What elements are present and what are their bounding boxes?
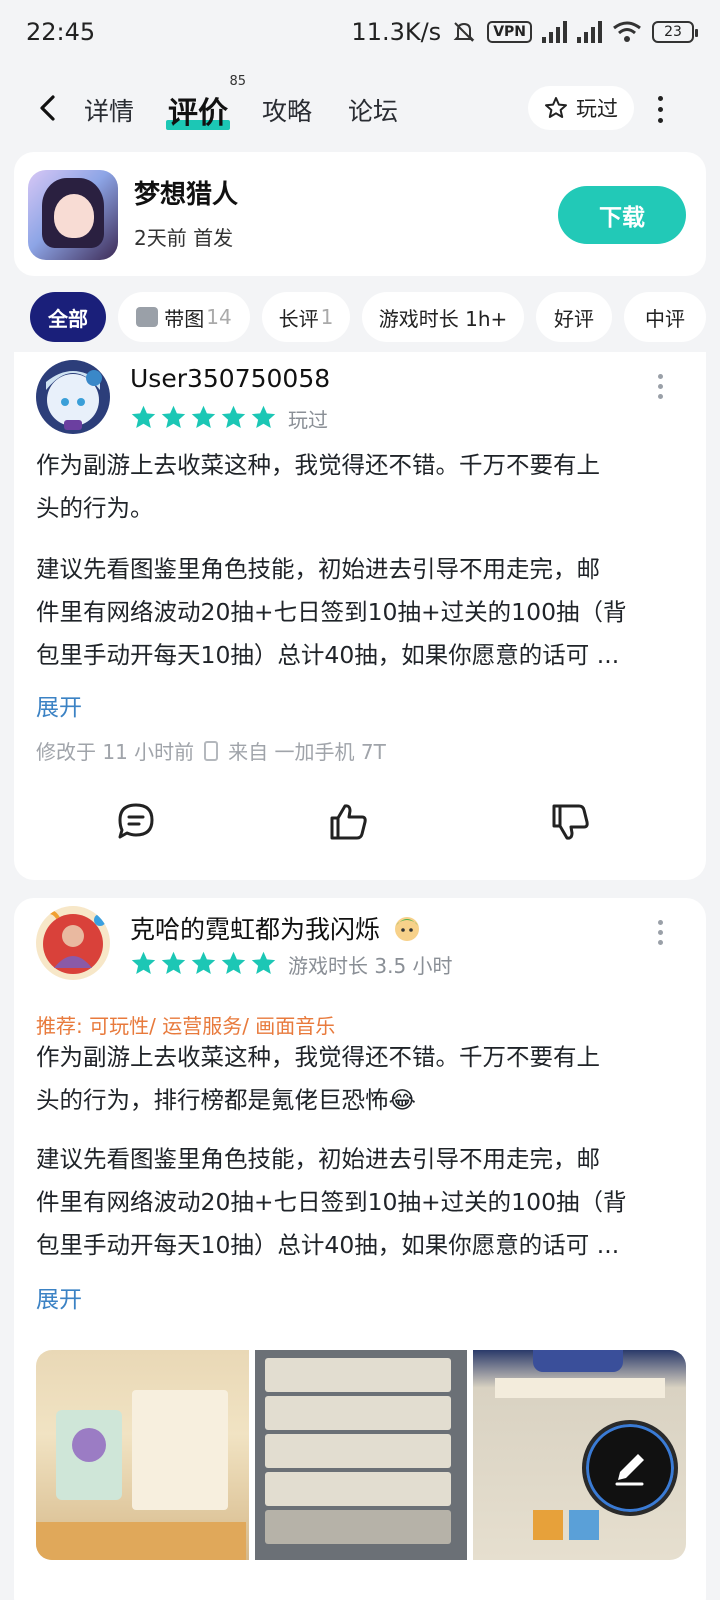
battery-icon: 23 <box>652 21 698 43</box>
star-filled-icon <box>221 405 246 428</box>
rating-stars <box>130 950 277 977</box>
review-more-icon[interactable] <box>658 374 664 404</box>
filter-with-images-count: 14 <box>206 305 232 329</box>
screenshot-row <box>264 1510 451 1544</box>
avatar[interactable] <box>36 360 110 434</box>
screenshot-thumbnail[interactable] <box>254 1350 468 1560</box>
device-info: 来自 一加手机 7T <box>228 740 386 764</box>
status-bar: 22:45 11.3K/s VPN 23 <box>0 0 720 64</box>
status-icons: 11.3K/s VPN 23 <box>351 18 698 46</box>
review-paragraph: 建议先看图鉴里角色技能，初始进去引导不用走完，邮 件里有网络波动20抽+七日签到… <box>36 1145 627 1259</box>
review-paragraph: 建议先看图鉴里角色技能，初始进去引导不用走完，邮 件里有网络波动20抽+七日签到… <box>36 555 627 669</box>
thumbs-up-icon[interactable] <box>326 800 370 844</box>
vpn-badge: VPN <box>487 21 532 43</box>
tab-forum[interactable]: 论坛 <box>348 92 398 128</box>
comment-icon[interactable] <box>114 800 158 844</box>
star-filled-icon <box>131 405 156 428</box>
clock: 22:45 <box>26 18 96 46</box>
filter-long-label: 长评 <box>278 306 319 331</box>
review-more-icon[interactable] <box>658 920 664 950</box>
review-tag: 游戏时长 3.5 小时 <box>288 954 453 978</box>
tab-details[interactable]: 详情 <box>84 92 134 128</box>
screenshot-thumbnail[interactable] <box>36 1350 249 1560</box>
star-filled-icon <box>131 951 156 974</box>
filter-neutral-label: 中评 <box>645 306 685 331</box>
filter-all[interactable]: 全部 <box>30 292 106 342</box>
tab-reviews[interactable]: 评价 85 <box>166 74 246 132</box>
signal-icon <box>577 21 602 43</box>
filter-positive[interactable]: 好评 <box>536 292 612 342</box>
emoji-avatar-icon <box>394 917 419 941</box>
tab-guides[interactable]: 攻略 <box>262 92 312 128</box>
app-release-info: 2天前 首发 <box>134 226 234 250</box>
wifi-icon <box>613 21 641 42</box>
star-filled-icon <box>161 951 186 974</box>
signal-hd-icon <box>542 21 567 43</box>
filter-long-count: 1 <box>320 305 334 329</box>
review-card: User350750058 玩过 作为副游上去收菜这种，我觉得还不错。千万不要有… <box>14 352 706 880</box>
review-footer-meta: 修改于 11 小时前 来自 一加手机 7T <box>36 736 386 765</box>
review-paragraph: 作为副游上去收菜这种，我觉得还不错。千万不要有上 头的行为。 <box>36 451 600 522</box>
star-filled-icon <box>191 405 216 428</box>
star-filled-icon <box>251 951 276 974</box>
more-options-icon[interactable] <box>658 96 666 129</box>
star-outline-icon <box>545 97 567 118</box>
star-filled-icon <box>221 951 246 974</box>
back-arrow-icon[interactable] <box>34 94 62 122</box>
write-review-button[interactable] <box>582 1420 678 1516</box>
review-tag: 玩过 <box>288 408 328 432</box>
review-count-badge: 85 <box>229 74 246 89</box>
screenshot-row <box>264 1396 451 1430</box>
filter-neutral[interactable]: 中评 <box>624 292 706 342</box>
network-speed: 11.3K/s <box>351 18 442 46</box>
phone-icon <box>204 740 219 761</box>
app-icon <box>28 170 118 260</box>
expand-link[interactable]: 展开 <box>36 688 82 722</box>
filter-with-images-label: 带图 <box>164 306 205 331</box>
username[interactable]: 克哈的霓虹都为我闪烁 <box>130 910 422 946</box>
review-paragraph: 作为副游上去收菜这种，我觉得还不错。千万不要有上 头的行为，排行榜都是氪佬巨恐怖… <box>36 1043 600 1114</box>
played-button[interactable]: 玩过 <box>528 86 634 130</box>
recommend-tags: 推荐: 可玩性/ 运营服务/ 画面音乐 <box>36 1014 336 1038</box>
username[interactable]: User350750058 <box>130 364 330 393</box>
played-label: 玩过 <box>576 97 618 121</box>
screenshot-row <box>264 1472 451 1506</box>
edited-time: 修改于 11 小时前 <box>36 740 195 764</box>
review-actions <box>14 800 706 850</box>
star-filled-icon <box>251 405 276 428</box>
star-filled-icon <box>161 405 186 428</box>
app-name: 梦想猎人 <box>134 180 239 210</box>
tab-reviews-label: 评价 <box>168 96 228 131</box>
filter-with-images[interactable]: 带图 14 <box>118 292 250 342</box>
download-button[interactable]: 下载 <box>558 186 686 244</box>
screenshot-row <box>264 1434 451 1468</box>
top-nav: 详情 评价 85 攻略 论坛 玩过 <box>0 72 720 144</box>
image-icon <box>136 307 159 327</box>
avatar[interactable] <box>36 906 110 980</box>
thumbs-down-icon[interactable] <box>548 800 592 844</box>
filter-positive-label: 好评 <box>554 306 594 331</box>
filter-playtime-label: 游戏时长 1h+ <box>378 306 508 331</box>
screenshot-row <box>264 1358 451 1392</box>
filter-playtime[interactable]: 游戏时长 1h+ <box>362 292 524 342</box>
review-filters: 全部 带图 14 长评 1 游戏时长 1h+ 好评 中评 <box>0 292 720 342</box>
expand-link[interactable]: 展开 <box>36 1280 82 1314</box>
mute-bell-icon <box>453 22 475 42</box>
filter-all-label: 全部 <box>48 306 88 331</box>
pencil-icon <box>615 1454 644 1486</box>
filter-long-reviews[interactable]: 长评 1 <box>262 292 350 342</box>
app-card: 梦想猎人 2天前 首发 下载 <box>14 152 706 276</box>
star-filled-icon <box>191 951 216 974</box>
rating-stars <box>130 404 277 431</box>
